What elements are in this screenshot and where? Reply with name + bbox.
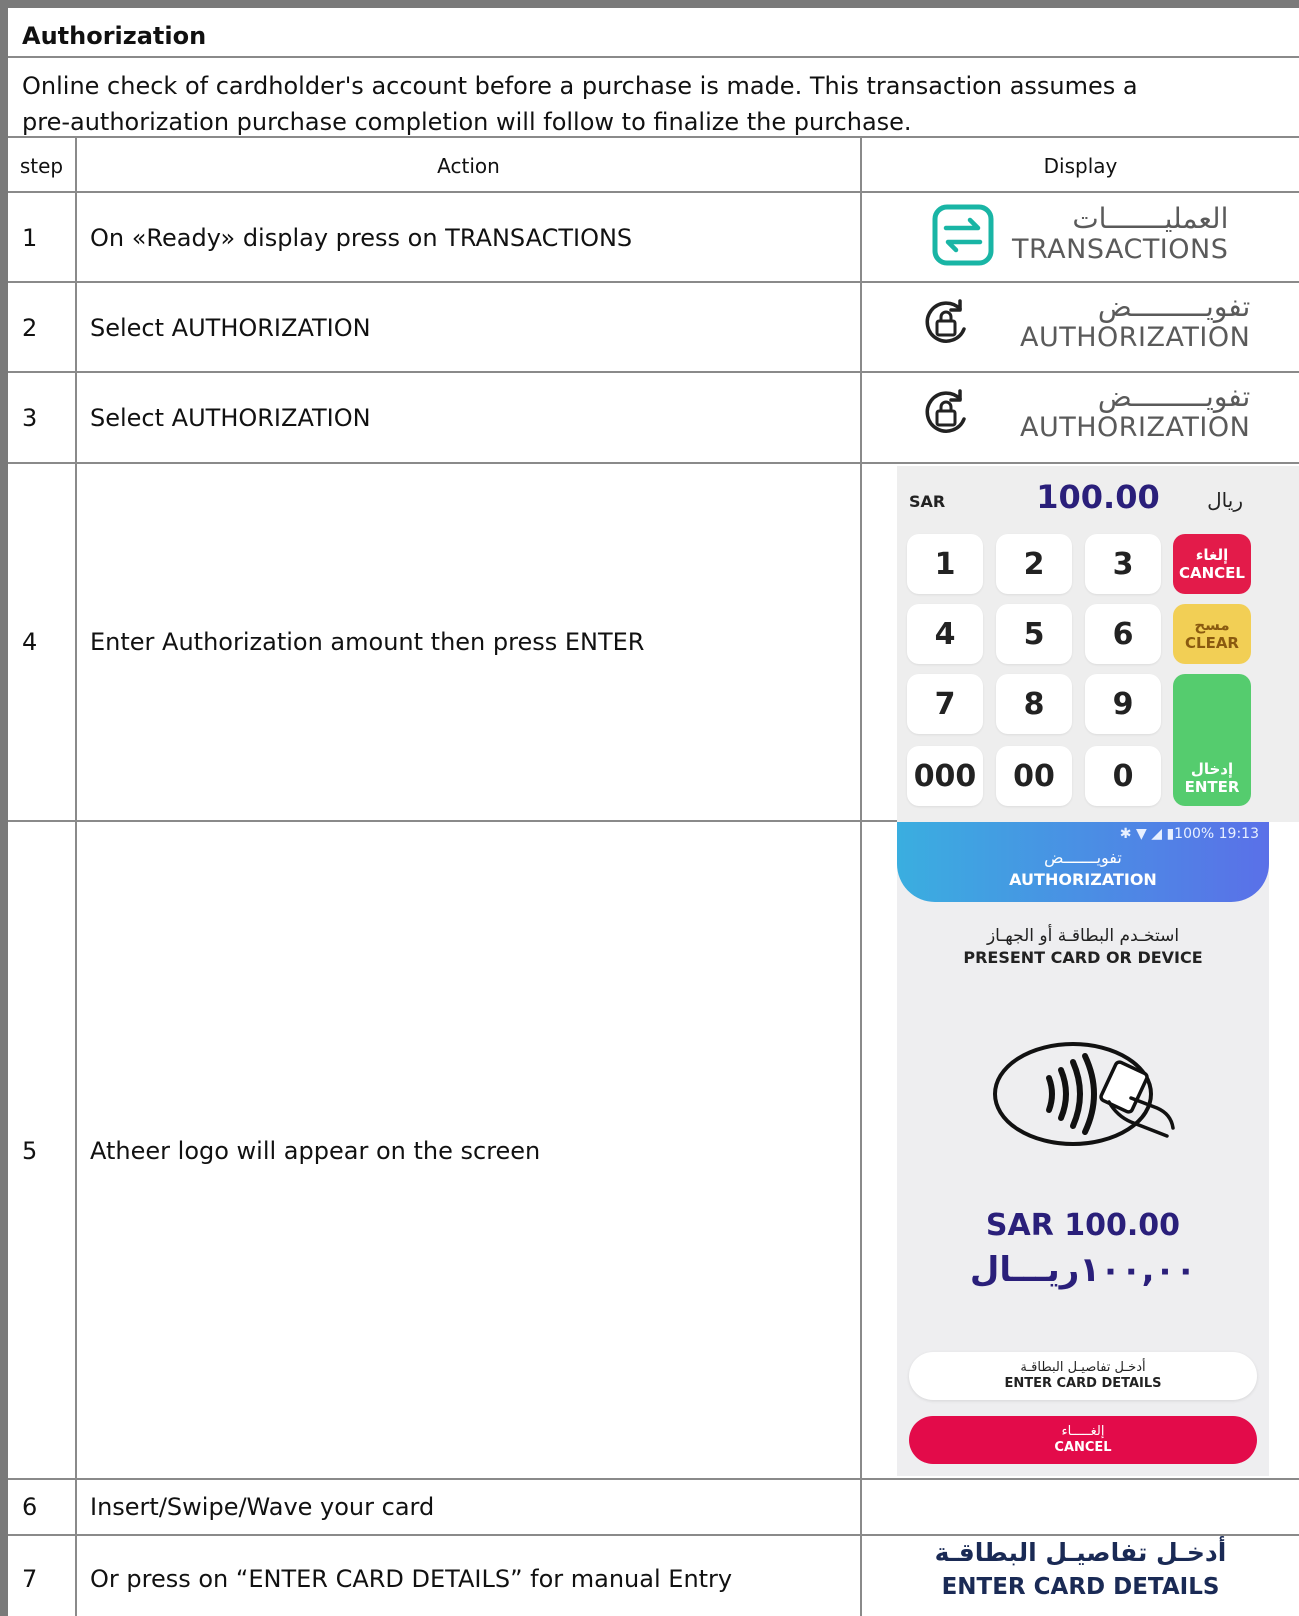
authorization-label: AUTHORIZATION (1020, 412, 1251, 443)
divider (8, 1534, 1299, 1536)
present-card-label: PRESENT CARD OR DEVICE (963, 948, 1203, 967)
authorization-label-ar: تفويـــــــــض (1097, 380, 1251, 413)
authorization-tile[interactable]: تفويـــــــــض AUTHORIZATION (920, 292, 1250, 354)
key-00[interactable]: 00 (996, 746, 1072, 806)
divider (8, 1478, 1299, 1480)
screen-header: ✱ ▼ ◢ ▮100% 19:13 تفويـــــــض AUTHORIZA… (897, 822, 1269, 902)
key-1[interactable]: 1 (907, 534, 983, 594)
key-2[interactable]: 2 (996, 534, 1072, 594)
amount-label-ar: ١٠٠,٠٠ريـــال (969, 1250, 1197, 1290)
transactions-tile[interactable]: العمليـــــــات TRANSACTIONS (932, 204, 1228, 266)
divider (8, 371, 1299, 373)
enter-card-details-ar: أدخـل تفاصيـل البطاقـة (1020, 1360, 1146, 1375)
step-action: On «Ready» display press on TRANSACTIONS (90, 224, 633, 252)
wifi-icon: ▼ (1135, 826, 1147, 842)
cancel-key-ar: إلغاء (1195, 546, 1229, 564)
screen-title-ar: تفويـــــــض (1044, 848, 1122, 867)
divider (8, 462, 1299, 464)
signal-icon: ◢ (1151, 826, 1162, 842)
step-number: 3 (22, 404, 38, 432)
step-number: 2 (22, 314, 38, 342)
cancel-button-ar: إلغـــــاء (1061, 1424, 1105, 1439)
step-number: 5 (22, 1137, 38, 1165)
enter-key[interactable]: إدخال ENTER (1173, 674, 1251, 806)
key-5[interactable]: 5 (996, 604, 1072, 664)
step-number: 6 (22, 1493, 38, 1521)
section-description: Online check of cardholder's account bef… (22, 72, 1138, 136)
cancel-key[interactable]: إلغاء CANCEL (1173, 534, 1251, 594)
key-7[interactable]: 7 (907, 674, 983, 734)
transactions-label-ar: العمليـــــــات (1072, 202, 1229, 235)
divider (860, 137, 862, 1616)
authorization-tile[interactable]: تفويـــــــــض AUTHORIZATION (920, 382, 1250, 444)
step-action: Or press on “ENTER CARD DETAILS” for man… (90, 1565, 733, 1593)
authorization-label-ar: تفويـــــــــض (1097, 290, 1251, 323)
step-action: Insert/Swipe/Wave your card (90, 1493, 435, 1521)
enter-card-details-ar: أدخـل تفاصيـل البطاقـة (934, 1538, 1227, 1567)
transactions-label: TRANSACTIONS (1012, 234, 1229, 265)
header-action: Action (437, 154, 500, 178)
step-action: Select AUTHORIZATION (90, 314, 371, 342)
amount-keypad: SAR 100.00 ريال 1 2 3 4 5 6 7 8 9 000 00… (897, 466, 1299, 822)
clear-key-ar: مسح (1194, 616, 1230, 634)
battery-icon: ▮ (1166, 826, 1175, 842)
divider (75, 137, 77, 1616)
key-8[interactable]: 8 (996, 674, 1072, 734)
key-4[interactable]: 4 (907, 604, 983, 664)
lock-refresh-icon (925, 299, 966, 343)
enter-card-details-button[interactable]: أدخـل تفاصيـل البطاقـة ENTER CARD DETAIL… (909, 1352, 1257, 1400)
divider (8, 281, 1299, 283)
cancel-button[interactable]: إلغـــــاء CANCEL (909, 1416, 1257, 1464)
status-bar: ✱ ▼ ◢ ▮100% 19:13 (1120, 826, 1259, 842)
section-title: Authorization (22, 22, 207, 50)
cancel-button-label: CANCEL (1054, 1440, 1112, 1455)
bluetooth-icon: ✱ (1119, 826, 1132, 842)
step-number: 4 (22, 628, 38, 656)
header-step: step (19, 154, 64, 178)
enter-card-details-label: ENTER CARD DETAILS (941, 1574, 1220, 1600)
transfer-arrows-icon (932, 204, 994, 266)
divider (8, 56, 1299, 58)
key-000[interactable]: 000 (907, 746, 983, 806)
currency-ar: ريال (1207, 488, 1243, 512)
status-text: 100% 19:13 (1174, 826, 1259, 842)
step-action: Enter Authorization amount then press EN… (90, 628, 645, 656)
step-number: 7 (22, 1565, 38, 1593)
key-0[interactable]: 0 (1085, 746, 1161, 806)
enter-key-label: ENTER (1184, 778, 1240, 796)
key-6[interactable]: 6 (1085, 604, 1161, 664)
step-number: 1 (22, 224, 38, 252)
step-action: Atheer logo will appear on the screen (90, 1137, 541, 1165)
present-card-ar: استخـدم البطاقـة أو الجهـاز (986, 926, 1180, 946)
enter-key-ar: إدخال (1190, 760, 1234, 778)
amount-label: SAR 100.00 (985, 1208, 1181, 1243)
screen-title: AUTHORIZATION (1009, 870, 1157, 889)
enter-card-details-label: ENTER CARD DETAILS (1004, 1376, 1162, 1391)
key-3[interactable]: 3 (1085, 534, 1161, 594)
cancel-key-label: CANCEL (1179, 564, 1245, 582)
clear-key[interactable]: مسح CLEAR (1173, 604, 1251, 664)
contactless-icon (993, 1042, 1175, 1146)
key-9[interactable]: 9 (1085, 674, 1161, 734)
clear-key-label: CLEAR (1185, 634, 1239, 652)
header-display: Display (1043, 154, 1118, 178)
step-action: Select AUTHORIZATION (90, 404, 371, 432)
present-card-screen: ✱ ▼ ◢ ▮100% 19:13 تفويـــــــض AUTHORIZA… (897, 822, 1269, 1476)
lock-refresh-icon (925, 389, 966, 433)
authorization-label: AUTHORIZATION (1020, 322, 1251, 353)
